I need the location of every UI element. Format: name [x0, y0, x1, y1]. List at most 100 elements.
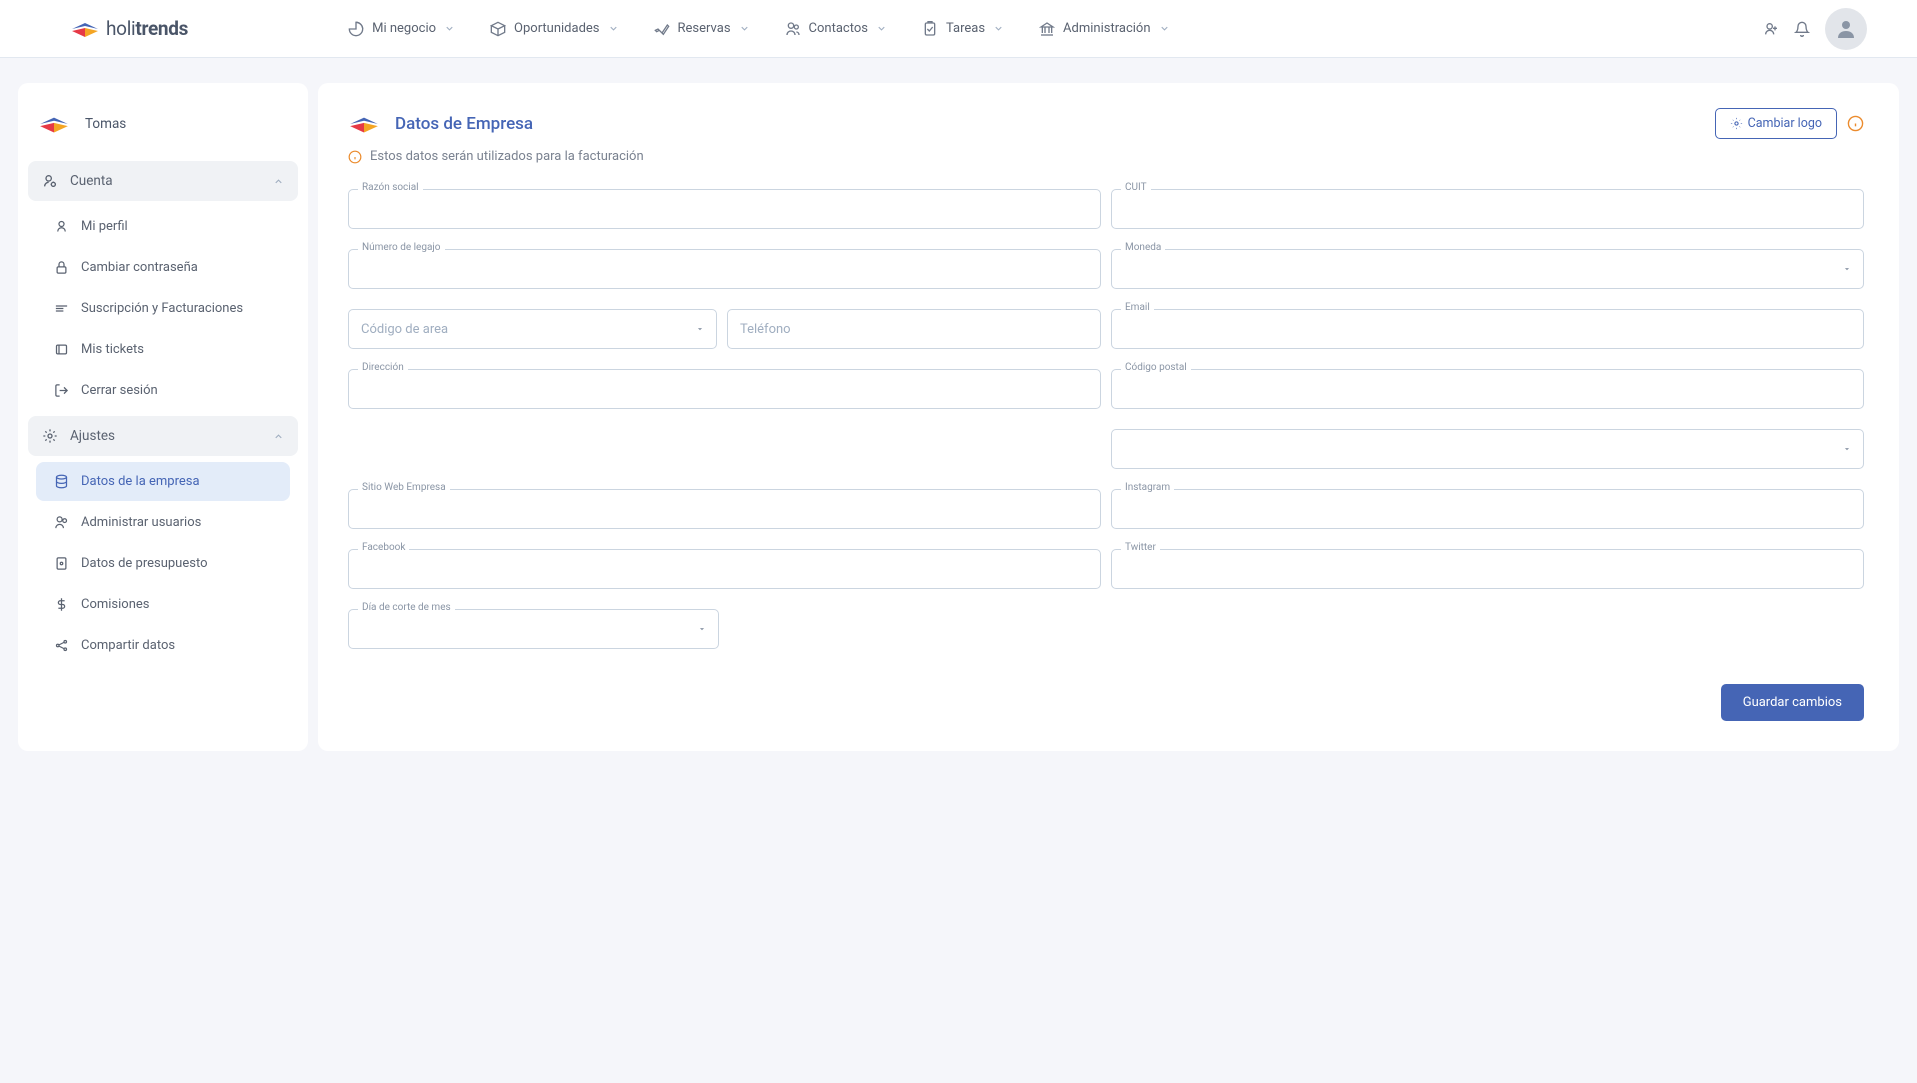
email-input[interactable] — [1111, 309, 1864, 349]
instagram-input[interactable] — [1111, 489, 1864, 529]
nav-item-tareas[interactable]: Tareas — [922, 21, 1004, 37]
chevron-down-icon — [993, 23, 1004, 34]
pie-chart-icon — [348, 21, 364, 37]
field-facebook: Facebook — [348, 549, 1101, 589]
sidebar-item-cambiar-contrasena[interactable]: Cambiar contraseña — [36, 248, 290, 287]
sidebar: Tomas Cuenta Mi perfil Cambiar contraseñ… — [18, 83, 308, 751]
gear-icon — [42, 428, 58, 444]
dollar-icon — [54, 597, 69, 612]
info-icon — [348, 150, 362, 164]
main-header: Datos de Empresa Cambiar logo — [348, 108, 1864, 139]
sidebar-user: Tomas — [28, 103, 298, 155]
sidebar-username: Tomas — [85, 116, 126, 132]
cuit-input[interactable] — [1111, 189, 1864, 229]
bank-icon — [1039, 21, 1055, 37]
sidebar-item-administrar-usuarios[interactable]: Administrar usuarios — [36, 503, 290, 542]
sidebar-item-datos-presupuesto[interactable]: Datos de presupuesto — [36, 544, 290, 583]
sidebar-item-compartir-datos[interactable]: Compartir datos — [36, 626, 290, 665]
sidebar-section-cuenta[interactable]: Cuenta — [28, 161, 298, 201]
sidebar-item-mi-perfil[interactable]: Mi perfil — [36, 207, 290, 246]
share-icon — [54, 638, 69, 653]
nav-items: Mi negocio Oportunidades Reservas Contac… — [348, 21, 1763, 37]
sidebar-section-ajustes[interactable]: Ajustes — [28, 416, 298, 456]
receipt-icon — [54, 301, 69, 316]
sidebar-item-mis-tickets[interactable]: Mis tickets — [36, 330, 290, 369]
field-numero-legajo: Número de legajo — [348, 249, 1101, 289]
razon-social-input[interactable] — [348, 189, 1101, 229]
field-codigo-postal: Código postal — [1111, 369, 1864, 409]
top-nav: holitrends Mi negocio Oportunidades Rese… — [0, 0, 1917, 58]
sidebar-item-cerrar-sesion[interactable]: Cerrar sesión — [36, 371, 290, 410]
field-moneda: Moneda — [1111, 249, 1864, 289]
nav-item-mi-negocio[interactable]: Mi negocio — [348, 21, 455, 37]
users-icon — [785, 21, 801, 37]
field-cuit: CUIT — [1111, 189, 1864, 229]
users-icon — [54, 515, 69, 530]
sitio-web-input[interactable] — [348, 489, 1101, 529]
file-icon — [54, 556, 69, 571]
info-icon[interactable] — [1847, 115, 1864, 132]
sidebar-item-suscripcion[interactable]: Suscripción y Facturaciones — [36, 289, 290, 328]
logo-text: holitrends — [106, 17, 188, 40]
main-content: Datos de Empresa Cambiar logo Estos dato… — [318, 83, 1899, 751]
sidebar-item-comisiones[interactable]: Comisiones — [36, 585, 290, 624]
field-direccion: Dirección — [348, 369, 1101, 409]
nav-item-oportunidades[interactable]: Oportunidades — [490, 21, 618, 37]
gear-solid-icon — [1730, 117, 1743, 130]
unnamed-select[interactable] — [1111, 429, 1864, 469]
dia-corte-select[interactable] — [348, 609, 719, 649]
info-bar: Estos datos serán utilizados para la fac… — [348, 149, 1864, 164]
telefono-input[interactable] — [727, 309, 1101, 349]
chevron-up-icon — [273, 176, 284, 187]
save-button[interactable]: Guardar cambios — [1721, 684, 1864, 721]
avatar[interactable] — [1825, 8, 1867, 50]
field-twitter: Twitter — [1111, 549, 1864, 589]
form-footer: Guardar cambios — [348, 684, 1864, 721]
page-title: Datos de Empresa — [395, 114, 533, 134]
facebook-input[interactable] — [348, 549, 1101, 589]
ticket-icon — [54, 342, 69, 357]
clipboard-check-icon — [922, 21, 938, 37]
box-icon — [490, 21, 506, 37]
field-dia-corte: Día de corte de mes — [348, 609, 719, 649]
nav-item-contactos[interactable]: Contactos — [785, 21, 887, 37]
field-sitio-web: Sitio Web Empresa — [348, 489, 1101, 529]
moneda-select[interactable] — [1111, 249, 1864, 289]
chevron-down-icon — [608, 23, 619, 34]
nav-item-reservas[interactable]: Reservas — [654, 21, 750, 37]
person-icon — [1834, 17, 1858, 41]
numero-legajo-input[interactable] — [348, 249, 1101, 289]
sidebar-item-datos-empresa[interactable]: Datos de la empresa — [36, 462, 290, 501]
chevron-down-icon — [444, 23, 455, 34]
person-icon — [54, 219, 69, 234]
field-codigo-area — [348, 309, 717, 349]
phone-row — [348, 309, 1101, 349]
logo-icon — [70, 19, 100, 39]
field-email: Email — [1111, 309, 1864, 349]
bell-icon[interactable] — [1794, 21, 1810, 37]
nav-item-administracion[interactable]: Administración — [1039, 21, 1169, 37]
info-text: Estos datos serán utilizados para la fac… — [370, 149, 644, 164]
codigo-postal-input[interactable] — [1111, 369, 1864, 409]
field-instagram: Instagram — [1111, 489, 1864, 529]
codigo-area-select[interactable] — [348, 309, 717, 349]
plane-icon — [654, 21, 670, 37]
direccion-input[interactable] — [348, 369, 1101, 409]
chevron-down-icon — [876, 23, 887, 34]
main-header-logo-icon — [348, 113, 380, 135]
logout-icon — [54, 383, 69, 398]
chevron-down-icon — [1159, 23, 1170, 34]
field-unnamed-select — [1111, 429, 1864, 469]
blank-slot — [348, 429, 1101, 469]
add-user-icon[interactable] — [1763, 21, 1779, 37]
change-logo-button[interactable]: Cambiar logo — [1715, 108, 1837, 139]
field-razon-social: Razón social — [348, 189, 1101, 229]
twitter-input[interactable] — [1111, 549, 1864, 589]
chevron-up-icon — [273, 431, 284, 442]
content-wrapper: Tomas Cuenta Mi perfil Cambiar contraseñ… — [0, 58, 1917, 776]
lock-icon — [54, 260, 69, 275]
sidebar-logo-icon — [38, 113, 70, 135]
chevron-down-icon — [739, 23, 750, 34]
logo[interactable]: holitrends — [70, 17, 188, 40]
database-icon — [54, 474, 69, 489]
